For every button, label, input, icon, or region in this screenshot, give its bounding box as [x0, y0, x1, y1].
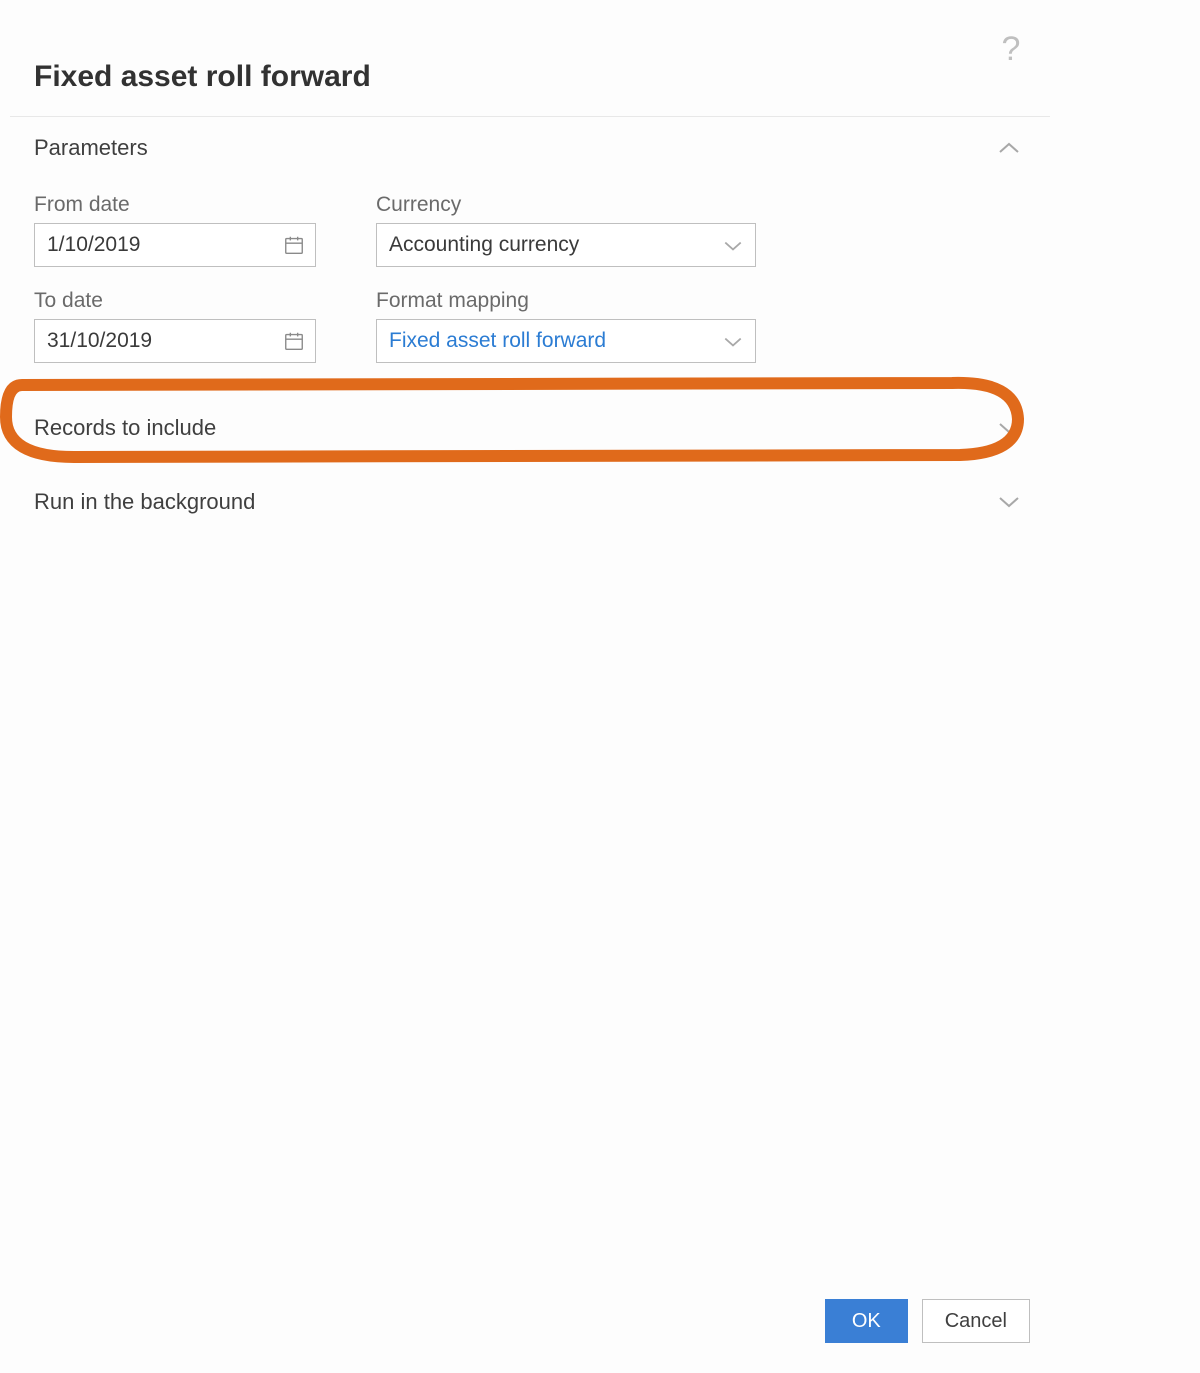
chevron-up-icon [998, 141, 1020, 155]
section-header-parameters[interactable]: Parameters [10, 117, 1050, 171]
field-from-date: From date [34, 193, 316, 267]
chevron-down-icon [998, 421, 1020, 435]
section-header-background[interactable]: Run in the background [10, 465, 1050, 539]
parameters-col-left: From date To date [34, 193, 316, 363]
parameters-body: From date To date [10, 171, 1050, 391]
to-date-input-wrap [34, 319, 316, 363]
chevron-down-icon [723, 335, 743, 347]
currency-select[interactable]: Accounting currency [376, 223, 756, 267]
dialog-footer: OK Cancel [825, 1299, 1030, 1343]
section-label: Records to include [34, 415, 216, 441]
section-header-records[interactable]: Records to include [10, 391, 1050, 465]
format-mapping-select[interactable]: Fixed asset roll forward [376, 319, 756, 363]
cancel-button[interactable]: Cancel [922, 1299, 1030, 1343]
select-value: Accounting currency [389, 233, 579, 257]
section-label: Parameters [34, 135, 148, 161]
section-label: Run in the background [34, 489, 255, 515]
to-date-input[interactable] [35, 320, 273, 362]
help-icon[interactable]: ? [997, 35, 1025, 63]
field-label: Currency [376, 193, 756, 217]
field-to-date: To date [34, 289, 316, 363]
field-currency: Currency Accounting currency [376, 193, 756, 267]
dialog-fixed-asset-roll-forward: ? Fixed asset roll forward Parameters Fr… [10, 0, 1050, 1373]
from-date-input-wrap [34, 223, 316, 267]
chevron-down-icon [998, 495, 1020, 509]
select-value: Fixed asset roll forward [389, 329, 606, 353]
calendar-icon[interactable] [273, 224, 315, 266]
ok-button[interactable]: OK [825, 1299, 908, 1343]
chevron-down-icon [723, 239, 743, 251]
page-title: Fixed asset roll forward [10, 30, 1050, 116]
field-format-mapping: Format mapping Fixed asset roll forward [376, 289, 756, 363]
field-label: From date [34, 193, 316, 217]
highlight-wrap: Records to include [10, 391, 1050, 465]
from-date-input[interactable] [35, 224, 273, 266]
parameters-col-right: Currency Accounting currency Format mapp… [376, 193, 756, 363]
calendar-icon[interactable] [273, 320, 315, 362]
field-label: Format mapping [376, 289, 756, 313]
field-label: To date [34, 289, 316, 313]
